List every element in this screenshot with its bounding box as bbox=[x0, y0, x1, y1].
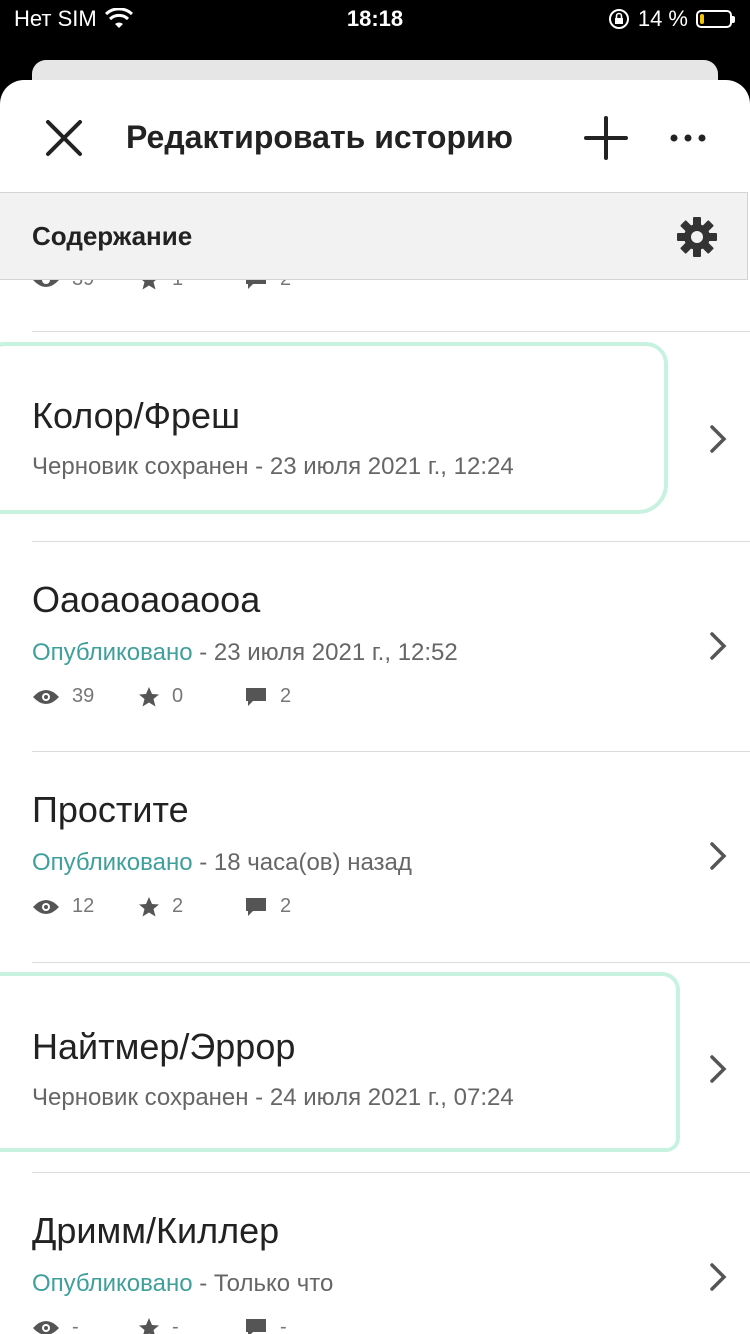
divider bbox=[32, 1172, 750, 1173]
chevron-right-icon bbox=[710, 425, 727, 453]
stats-row: 39 0 2 bbox=[32, 685, 350, 708]
status-detail: - 23 июля 2021 г., 12:52 bbox=[192, 639, 458, 666]
item-title: Оаоаоаоаооа bbox=[32, 579, 261, 620]
divider bbox=[32, 541, 750, 542]
item-meta: Черновик сохранен - 24 июля 2021 г., 07:… bbox=[32, 1084, 514, 1112]
comment-icon bbox=[246, 1318, 266, 1334]
add-icon[interactable] bbox=[582, 114, 630, 162]
list-item[interactable]: Колор/Фреш Черновик сохранен - 23 июля 2… bbox=[0, 331, 750, 541]
item-meta: Опубликовано - Только что bbox=[32, 1270, 333, 1298]
status-detail: Черновик сохранен - 24 июля 2021 г., 07:… bbox=[32, 1084, 514, 1111]
item-title: Колор/Фреш bbox=[32, 395, 240, 436]
comments-count: 2 bbox=[280, 685, 292, 707]
section-label: Содержание bbox=[32, 221, 193, 251]
chevron-right-icon bbox=[710, 632, 727, 660]
views-count: - bbox=[72, 1316, 79, 1334]
page-title: Редактировать историю bbox=[126, 119, 513, 155]
stars-count: 0 bbox=[172, 685, 184, 707]
battery-percent: 14 % bbox=[637, 6, 688, 31]
stars-count: 2 bbox=[172, 895, 184, 917]
star-icon bbox=[139, 1317, 159, 1334]
item-meta: Опубликовано - 23 июля 2021 г., 12:52 bbox=[32, 639, 458, 667]
star-icon bbox=[139, 896, 159, 916]
star-icon bbox=[139, 686, 159, 706]
item-meta: Опубликовано - 18 часа(ов) назад bbox=[32, 849, 412, 877]
item-title: Найтмер/Эррор bbox=[32, 1026, 296, 1067]
status-detail: - 18 часа(ов) назад bbox=[192, 849, 412, 876]
status-label: Опубликовано bbox=[32, 849, 193, 876]
battery-icon bbox=[696, 10, 735, 28]
chevron-right-icon bbox=[710, 842, 727, 870]
divider bbox=[32, 331, 750, 332]
rotation-lock-icon bbox=[608, 9, 629, 29]
status-label: Опубликовано bbox=[32, 1270, 193, 1297]
comment-icon bbox=[246, 897, 266, 916]
comment-icon bbox=[246, 687, 266, 706]
item-title: Простите bbox=[32, 789, 189, 830]
list-item[interactable]: Простите Опубликовано - 18 часа(ов) наза… bbox=[0, 751, 750, 962]
status-detail: Черновик сохранен - 23 июля 2021 г., 12:… bbox=[32, 453, 514, 480]
list-item[interactable]: Дримм/Киллер Опубликовано - Только что -… bbox=[0, 1172, 750, 1334]
item-title: Дримм/Киллер bbox=[32, 1210, 280, 1251]
eye-icon bbox=[33, 899, 59, 914]
stats-row: 12 2 2 bbox=[32, 895, 350, 918]
divider bbox=[32, 962, 750, 963]
chevron-right-icon bbox=[710, 1263, 727, 1291]
stats-row: - - - bbox=[32, 1316, 350, 1334]
eye-icon bbox=[33, 689, 59, 704]
gear-icon[interactable] bbox=[675, 215, 719, 259]
views-count: 39 bbox=[72, 685, 95, 707]
views-count: 12 bbox=[72, 895, 95, 917]
comments-count: 2 bbox=[280, 895, 292, 917]
stars-count: - bbox=[172, 1316, 179, 1334]
list-item[interactable]: Оаоаоаоаооа Опубликовано - 23 июля 2021 … bbox=[0, 541, 750, 751]
item-meta: Черновик сохранен - 23 июля 2021 г., 12:… bbox=[32, 453, 514, 481]
contents-section-header: Содержание bbox=[0, 192, 748, 280]
divider bbox=[32, 751, 750, 752]
status-detail: - Только что bbox=[192, 1270, 334, 1297]
status-label: Опубликовано bbox=[32, 639, 193, 666]
close-icon[interactable] bbox=[40, 114, 88, 162]
more-icon[interactable] bbox=[664, 114, 712, 162]
comments-count: - bbox=[280, 1316, 287, 1334]
navigation-bar: Редактировать историю bbox=[0, 80, 750, 192]
edit-story-sheet: Редактировать историю Содержание Колор/Ф… bbox=[0, 80, 750, 1334]
eye-icon bbox=[33, 1320, 59, 1334]
status-bar: Нет SIM 18:18 14 % bbox=[0, 0, 750, 40]
list-item[interactable]: Найтмер/Эррор Черновик сохранен - 24 июл… bbox=[0, 962, 750, 1172]
chevron-right-icon bbox=[710, 1055, 727, 1083]
